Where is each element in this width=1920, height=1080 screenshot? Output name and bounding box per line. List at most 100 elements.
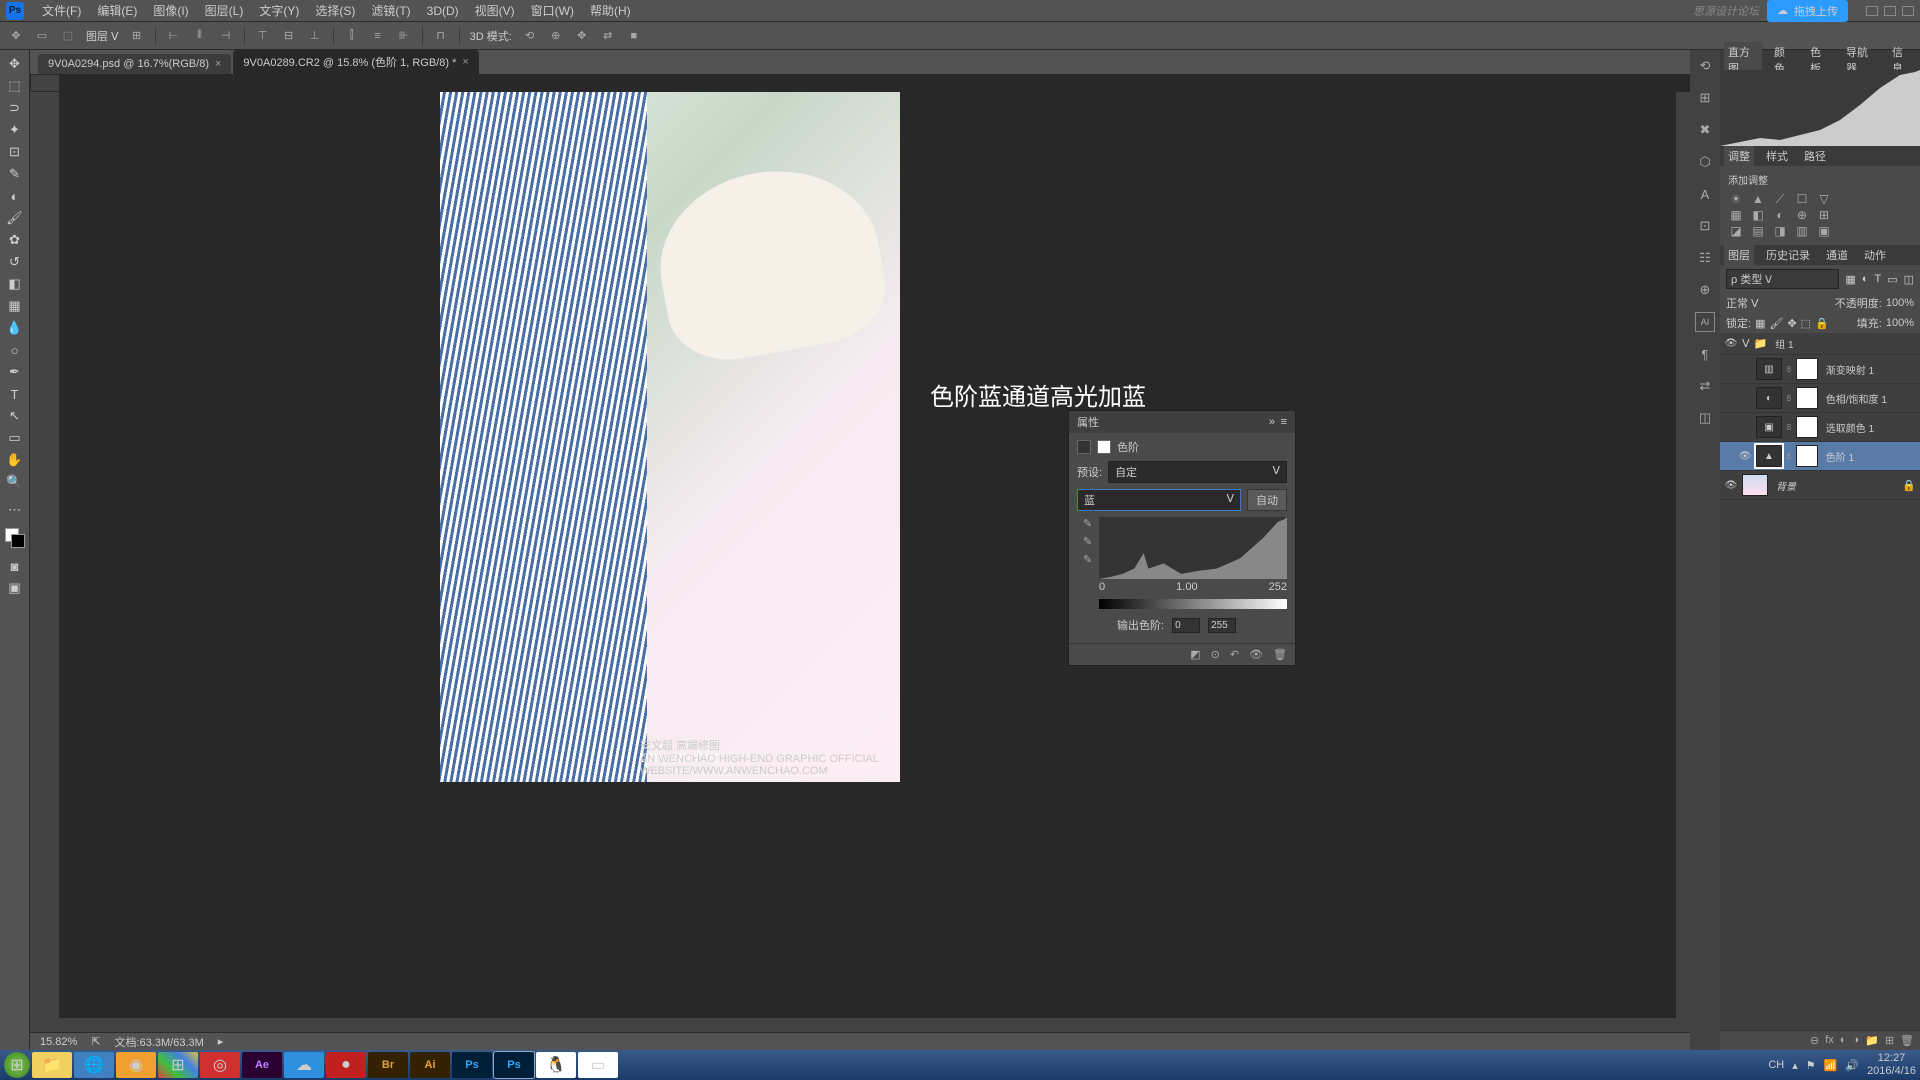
align-right-icon[interactable]: ⊣ xyxy=(218,28,234,44)
output-low-input[interactable] xyxy=(1172,618,1200,633)
layer-group[interactable]: 👁ᐯ📁组 1 xyxy=(1720,333,1920,355)
menu-select[interactable]: 选择(S) xyxy=(307,2,363,19)
visibility-icon[interactable]: 👁 xyxy=(1724,338,1738,349)
dock-paragraph-icon[interactable]: ¶ xyxy=(1695,344,1715,364)
levels-histogram[interactable] xyxy=(1099,517,1287,579)
layer-mask[interactable] xyxy=(1796,416,1818,438)
qq-icon[interactable]: 🐧 xyxy=(536,1052,576,1078)
color-lookup-icon[interactable]: ⊞ xyxy=(1816,207,1832,223)
photo-filter-icon[interactable]: ◐ xyxy=(1772,207,1788,223)
auto-select-icon[interactable]: ⬚ xyxy=(60,28,76,44)
chevron-right-icon[interactable]: ▸ xyxy=(218,1035,224,1048)
stamp-tool[interactable]: ✿ xyxy=(3,230,27,250)
channel-dropdown[interactable]: 蓝ᐯ xyxy=(1077,489,1241,511)
3d-zoom-icon[interactable]: ■ xyxy=(626,28,642,44)
close-icon[interactable]: × xyxy=(215,58,221,70)
doc-info[interactable]: 文档:63.3M/63.3M xyxy=(115,1034,204,1050)
lock-position-icon[interactable]: ✥ xyxy=(1787,317,1796,330)
menu-view[interactable]: 视图(V) xyxy=(467,2,523,19)
menu-file[interactable]: 文件(F) xyxy=(34,2,89,19)
app-icon-2[interactable]: ⊞ xyxy=(158,1052,198,1078)
color-swatches[interactable] xyxy=(5,528,25,548)
menu-filter[interactable]: 滤镜(T) xyxy=(363,2,418,19)
white-point-dropper[interactable]: ✎ xyxy=(1083,553,1097,567)
expand-icon[interactable]: ⇱ xyxy=(91,1035,100,1048)
clip-icon[interactable]: ◩ xyxy=(1190,648,1200,661)
link-icon[interactable]: 𝟾 xyxy=(1786,393,1792,404)
shape-tool[interactable]: ▭ xyxy=(3,428,27,448)
shadow-value[interactable]: 0 xyxy=(1099,581,1105,593)
tab-0[interactable]: 9V0A0294.psd @ 16.7%(RGB/8)× xyxy=(38,54,231,74)
tray-icon-1[interactable]: ▴ xyxy=(1792,1059,1798,1072)
fill-value[interactable]: 100% xyxy=(1886,317,1914,329)
minimize-button[interactable] xyxy=(1866,6,1878,16)
tab-1[interactable]: 9V0A0289.CR2 @ 15.8% (色阶 1, RGB/8) *× xyxy=(233,50,478,74)
chevron-down-icon[interactable]: ᐯ xyxy=(1742,337,1750,350)
exposure-icon[interactable]: ☐ xyxy=(1794,191,1810,207)
delete-layer-icon[interactable]: 🗑 xyxy=(1900,1034,1914,1047)
path-tool[interactable]: ↖ xyxy=(3,406,27,426)
history-brush-tool[interactable]: ↺ xyxy=(3,252,27,272)
layer-selective-color[interactable]: ▣𝟾选取颜色 1 xyxy=(1720,413,1920,442)
menu-window[interactable]: 窗口(W) xyxy=(523,2,582,19)
layer-gradient-map[interactable]: ▥𝟾渐变映射 1 xyxy=(1720,355,1920,384)
highlight-value[interactable]: 252 xyxy=(1269,581,1287,593)
app-icon-3[interactable]: ◎ xyxy=(200,1052,240,1078)
dock-tools-icon[interactable]: ✖ xyxy=(1695,120,1715,140)
tab-adjustments[interactable]: 调整 xyxy=(1724,146,1754,166)
app-icon-1[interactable]: ◉ xyxy=(116,1052,156,1078)
delete-adjustment-icon[interactable]: 🗑 xyxy=(1273,648,1287,661)
gradient-map-icon[interactable]: ▥ xyxy=(1794,223,1810,239)
br-icon[interactable]: Br xyxy=(368,1052,408,1078)
black-point-dropper[interactable]: ✎ xyxy=(1083,517,1097,531)
tab-history[interactable]: 历史记录 xyxy=(1762,245,1814,265)
lock-pixels-icon[interactable]: ▦ xyxy=(1755,317,1765,330)
tab-layers[interactable]: 图层 xyxy=(1724,245,1754,265)
app-icon-5[interactable]: ● xyxy=(326,1052,366,1078)
upload-button[interactable]: ☁拖拽上传 xyxy=(1767,0,1848,22)
eraser-tool[interactable]: ◧ xyxy=(3,274,27,294)
distribute-icon[interactable]: ⊪ xyxy=(396,28,412,44)
new-layer-icon[interactable]: ⊞ xyxy=(1885,1034,1894,1047)
opacity-value[interactable]: 100% xyxy=(1886,297,1914,309)
dock-brushes-icon[interactable]: ☷ xyxy=(1695,248,1715,268)
align-left-icon[interactable]: ⊢ xyxy=(166,28,182,44)
close-icon[interactable]: × xyxy=(462,56,468,68)
edit-toolbar[interactable]: ⋯ xyxy=(3,500,27,520)
scrollbar-h[interactable] xyxy=(30,1018,1690,1032)
3d-orbit-icon[interactable]: ⟲ xyxy=(522,28,538,44)
tray-flag-icon[interactable]: ⚑ xyxy=(1806,1059,1816,1072)
add-mask-icon[interactable]: ◐ xyxy=(1840,1034,1847,1047)
show-transform-icon[interactable]: ⊞ xyxy=(129,28,145,44)
link-icon[interactable]: 𝟾 xyxy=(1786,364,1792,375)
layer-style-icon[interactable]: fx xyxy=(1825,1034,1834,1047)
layer-mask[interactable] xyxy=(1796,387,1818,409)
dock-glyphs-icon[interactable]: ⊡ xyxy=(1695,216,1715,236)
scrollbar-v[interactable] xyxy=(1676,92,1690,1018)
align-center-h-icon[interactable]: ⫴ xyxy=(192,28,208,44)
threshold-icon[interactable]: ◨ xyxy=(1772,223,1788,239)
filter-type-icon[interactable]: T xyxy=(1874,273,1881,285)
menu-type[interactable]: 文字(Y) xyxy=(251,2,307,19)
layer-mask[interactable] xyxy=(1796,445,1818,467)
menu-edit[interactable]: 编辑(E) xyxy=(89,2,145,19)
marquee-tool[interactable]: ⬚ xyxy=(3,76,27,96)
app-icon-4[interactable]: ☁ xyxy=(284,1052,324,1078)
layer-background[interactable]: 👁背景🔒 xyxy=(1720,471,1920,500)
invert-icon[interactable]: ◪ xyxy=(1728,223,1744,239)
dock-properties-icon[interactable]: ⊞ xyxy=(1695,88,1715,108)
distribute-v-icon[interactable]: ≡ xyxy=(370,28,386,44)
blur-tool[interactable]: 💧 xyxy=(3,318,27,338)
curves-icon[interactable]: ⟋ xyxy=(1772,191,1788,207)
move-tool-icon[interactable]: ✥ xyxy=(8,28,24,44)
align-center-v-icon[interactable]: ⊟ xyxy=(281,28,297,44)
gradient-tool[interactable]: ▦ xyxy=(3,296,27,316)
visibility-icon[interactable]: 👁 xyxy=(1724,480,1738,491)
output-high-input[interactable] xyxy=(1208,618,1236,633)
dock-ai-icon[interactable]: AI xyxy=(1695,312,1715,332)
selective-color-icon[interactable]: ▣ xyxy=(1816,223,1832,239)
screenmode-tool[interactable]: ▣ xyxy=(3,578,27,598)
transform-controls-icon[interactable]: ▭ xyxy=(34,28,50,44)
layer-filter-dropdown[interactable]: ρ 类型 ᐯ xyxy=(1726,269,1839,289)
posterize-icon[interactable]: ▤ xyxy=(1750,223,1766,239)
